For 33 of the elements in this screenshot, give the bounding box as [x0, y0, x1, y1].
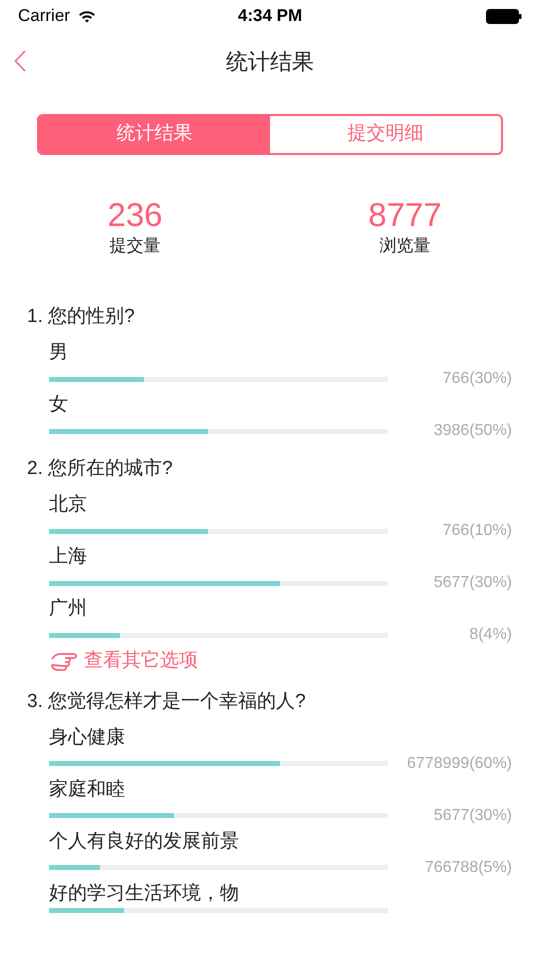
- page-title: 统计结果: [226, 48, 314, 76]
- more-options-link[interactable]: 查看其它选项: [50, 647, 540, 676]
- option-count: 766788(5%): [424, 858, 512, 878]
- option-count: 766(30%): [442, 369, 512, 389]
- back-icon[interactable]: [14, 50, 26, 72]
- option-count: 766(10%): [442, 521, 512, 541]
- status-time: 4:34 PM: [238, 5, 302, 28]
- stat-value: 236: [107, 197, 163, 233]
- option-label: 广州: [49, 597, 88, 621]
- question-title: 3. 您觉得怎样才是一个幸福的人?: [26, 690, 307, 714]
- battery-icon: [486, 8, 522, 24]
- option-count: 3986(50%): [434, 421, 512, 441]
- question-title: 2. 您所在的城市?: [26, 457, 174, 481]
- option-label: 好的学习生活环境，物: [49, 882, 240, 906]
- option-label: 女: [49, 393, 69, 417]
- option-label: 身心健康: [49, 726, 126, 750]
- stat-value: 8777: [368, 197, 442, 233]
- segment-tab[interactable]: 统计结果: [39, 116, 270, 153]
- option-label: 北京: [49, 493, 88, 517]
- wifi-icon: [78, 10, 96, 22]
- pointing-hand-icon: [50, 650, 78, 672]
- stat-label: 提交量: [110, 235, 160, 257]
- option-count: 5677(30%): [434, 806, 512, 826]
- option-count: 5677(30%): [434, 573, 512, 593]
- question-title: 1. 您的性别?: [26, 305, 136, 329]
- option-label: 个人有良好的发展前景: [49, 830, 240, 854]
- option-label: 上海: [49, 545, 88, 569]
- option-label: 家庭和睦: [49, 778, 126, 802]
- option-label: 男: [49, 341, 69, 365]
- carrier-label: Carrier: [18, 5, 70, 28]
- option-count: 8(4%): [469, 625, 512, 645]
- stat-label: 浏览量: [380, 235, 430, 257]
- option-count: 6778999(60%): [407, 754, 512, 774]
